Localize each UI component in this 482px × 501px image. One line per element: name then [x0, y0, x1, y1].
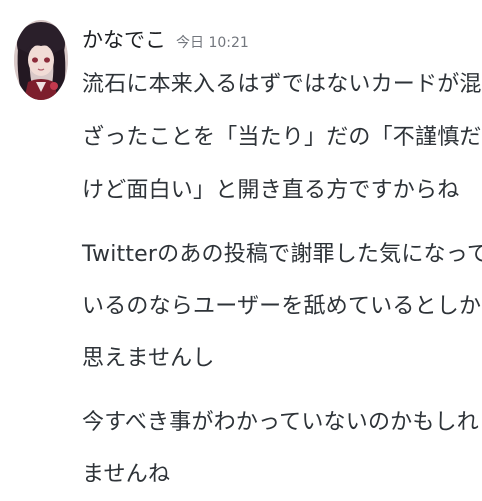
- message-line: ませんね: [82, 462, 171, 487]
- avatar[interactable]: [14, 20, 68, 100]
- avatar-image: [14, 20, 68, 100]
- message-list: 流石に本来入るはずではないカードが混 ざったことを「当たり」だの「不謹慎だ けど…: [82, 58, 482, 501]
- message-line: 思えませんし: [82, 346, 215, 371]
- timestamp: 今日 10:21: [176, 35, 249, 51]
- message-header: かなでこ 今日 10:21: [82, 24, 249, 54]
- message-text: 流石に本来入るはずではないカードが混 ざったことを「当たり」だの「不謹慎だ けど…: [82, 58, 482, 217]
- message-line: 今すべき事がわかっていないのかもしれ: [82, 410, 479, 435]
- message-line: いるのならユーザーを舐めているとしか: [82, 294, 482, 319]
- message-group: かなでこ 今日 10:21 流石に本来入るはずではないカードが混 ざったことを「…: [0, 0, 482, 487]
- message-line: けど面白い」と開き直る方ですからね: [82, 178, 460, 203]
- message-text: Twitterのあの投稿で謝罪した気になって いるのならユーザーを舐めているとし…: [82, 229, 482, 385]
- message-line: ざったことを「当たり」だの「不謹慎だ: [82, 125, 482, 150]
- message-text: 今すべき事がわかっていないのかもしれ ませんね: [82, 397, 479, 501]
- message-line: Twitterのあの投稿で謝罪した気になって: [82, 242, 482, 267]
- username[interactable]: かなでこ: [82, 24, 166, 54]
- message-line: 流石に本来入るはずではないカードが混: [82, 72, 482, 97]
